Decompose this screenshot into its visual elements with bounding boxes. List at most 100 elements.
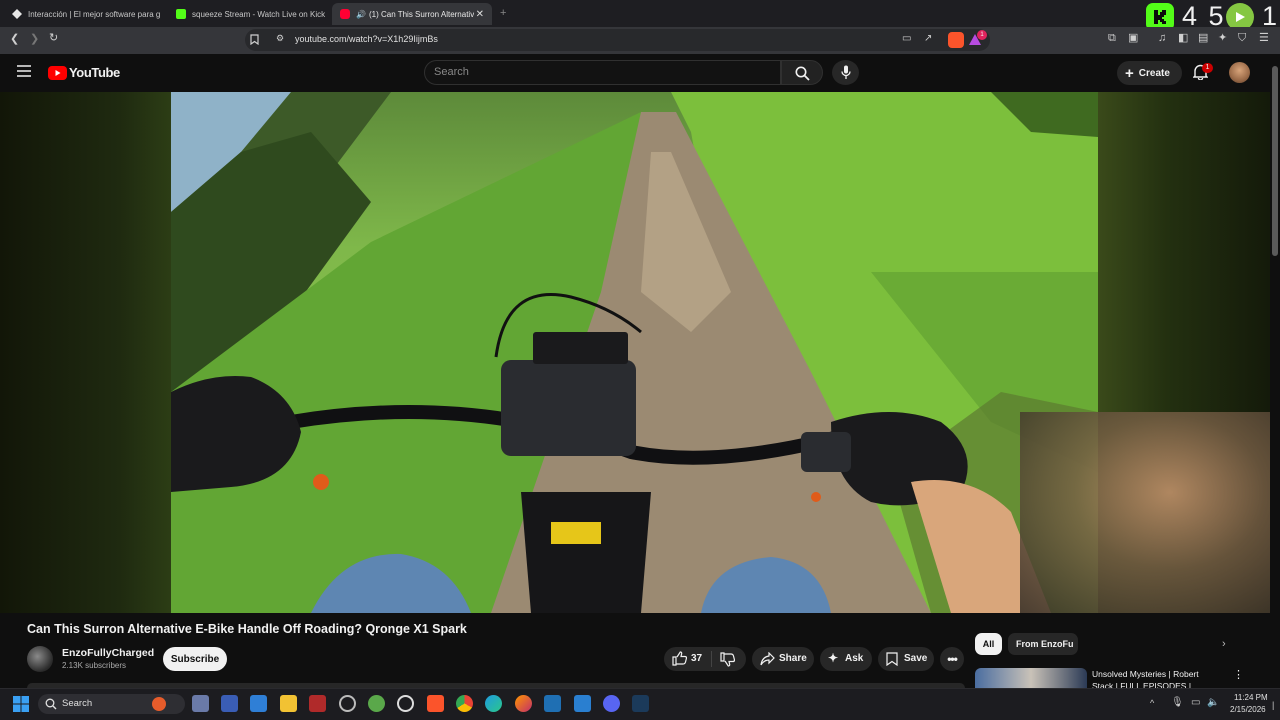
thumbs-up-icon — [672, 651, 688, 666]
recommendation-menu-icon[interactable]: ⋮ — [1233, 668, 1244, 681]
brave-shields-icon[interactable] — [948, 32, 964, 48]
tab-label: squeeze Stream - Watch Live on Kick — [192, 9, 326, 19]
video-scene — [171, 92, 1098, 613]
notification-center-icon[interactable]: | — [1272, 700, 1274, 710]
like-button[interactable] — [672, 651, 688, 669]
youtube-wordmark: YouTube — [69, 65, 120, 80]
diamond-icon — [12, 9, 22, 19]
leo-ai-icon[interactable]: ✦ — [1218, 33, 1227, 44]
tab-interaccion[interactable]: Interacción | El mejor software para g — [4, 3, 164, 25]
tab-label: Interacción | El mejor software para g — [28, 9, 161, 19]
wallet-card-icon[interactable]: ▤ — [1198, 33, 1208, 44]
rewards-badge: 1 — [977, 30, 987, 40]
close-tab-icon[interactable]: ✕ — [476, 9, 484, 20]
share-label: Share — [779, 653, 807, 664]
chip-all[interactable]: All — [975, 633, 1002, 655]
share-button[interactable]: Share — [752, 647, 814, 671]
like-dislike-group: 37 — [664, 647, 746, 671]
chevron-right-icon[interactable]: › — [1222, 638, 1226, 650]
sidebar-toggle-icon[interactable]: ◧ — [1178, 33, 1188, 44]
windows-start-icon[interactable] — [13, 696, 29, 717]
app-icon-netflix[interactable] — [309, 695, 326, 712]
back-icon[interactable]: ❮ — [10, 34, 19, 45]
tray-overflow-icon[interactable]: ^ — [1150, 698, 1154, 708]
app-icon-infinity[interactable] — [544, 695, 561, 712]
clock-date[interactable]: 2/15/2026 — [1230, 705, 1266, 714]
forward-icon[interactable]: ❯ — [30, 34, 39, 45]
sparkle-icon: ✦ — [828, 651, 839, 665]
search-input[interactable]: Search — [424, 60, 781, 85]
taskbar-search-label: Search — [62, 698, 93, 709]
account-avatar[interactable] — [1229, 62, 1250, 83]
bookmark-save-icon — [886, 652, 898, 666]
app-icon-3[interactable] — [250, 695, 267, 712]
search-button[interactable] — [781, 60, 823, 85]
tab-youtube-video[interactable]: 🔊 (1) Can This Surron Alternativ ✕ — [332, 3, 492, 25]
video-frame — [171, 92, 1098, 613]
reload-icon[interactable]: ↻ — [49, 33, 58, 44]
youtube-logo[interactable]: YouTube — [48, 65, 120, 80]
kick-logo-icon — [176, 9, 186, 19]
app-icon-clock[interactable] — [339, 695, 356, 712]
recommendation-title-line2[interactable]: Stack | FULL EPISODES | — [1092, 681, 1191, 688]
browser-menu-icon[interactable]: ☰ — [1259, 33, 1269, 44]
chip-label: All — [982, 639, 995, 649]
page-scrollbar-thumb[interactable] — [1272, 66, 1278, 256]
ambient-glow-left — [0, 92, 171, 613]
channel-avatar[interactable] — [27, 646, 53, 672]
file-explorer-icon[interactable] — [280, 695, 297, 712]
microphone-tray-icon[interactable]: 🎙 — [1171, 697, 1184, 708]
app-icon-2[interactable] — [221, 695, 238, 712]
app-icon-1[interactable] — [192, 695, 209, 712]
more-actions-button[interactable]: ••• — [940, 647, 964, 671]
search-placeholder: Search — [434, 66, 469, 78]
cast-icon[interactable]: ▭ — [902, 34, 911, 44]
edge-icon[interactable] — [485, 695, 502, 712]
like-divider — [711, 651, 712, 667]
clock-time[interactable]: 11:24 PM — [1234, 693, 1268, 702]
extensions-icon[interactable]: ⧉ — [1108, 33, 1116, 44]
speaker-icon: 🔊 — [356, 9, 366, 19]
save-button[interactable]: Save — [878, 647, 934, 671]
tab-kick-stream[interactable]: squeeze Stream - Watch Live on Kick — [168, 3, 328, 25]
discord-icon[interactable] — [603, 695, 620, 712]
music-icon[interactable]: ♫ — [1158, 33, 1166, 44]
hamburger-menu-icon[interactable] — [17, 64, 31, 82]
steam-icon[interactable] — [632, 695, 649, 712]
ask-button[interactable]: ✦ Ask — [820, 647, 872, 671]
wallet-icon[interactable]: ▣ — [1128, 33, 1138, 44]
video-player[interactable] — [0, 92, 1270, 613]
subscribe-button[interactable]: Subscribe — [163, 647, 227, 671]
notification-badge: 1 — [1202, 63, 1213, 73]
app-icon-green[interactable] — [368, 695, 385, 712]
display-tray-icon[interactable]: ▭ — [1191, 697, 1200, 708]
taskbar-search-box[interactable]: Search — [38, 694, 185, 714]
recommendation-title-line1[interactable]: Unsolved Mysteries | Robert — [1092, 669, 1199, 679]
chip-from-channel[interactable]: From EnzoFu — [1008, 633, 1078, 655]
chrome-icon[interactable] — [456, 695, 473, 712]
plus-icon: + — [1125, 64, 1134, 82]
url-text[interactable]: youtube.com/watch?v=X1h29IijmBs — [295, 34, 438, 44]
brave-browser-icon[interactable] — [427, 695, 444, 712]
create-button[interactable]: + Create — [1117, 61, 1182, 85]
recommendation-thumbnail[interactable] — [975, 668, 1087, 688]
share-page-icon[interactable]: ↗ — [924, 34, 932, 44]
subscribe-label: Subscribe — [170, 653, 220, 665]
new-tab-button[interactable]: + — [500, 8, 506, 19]
site-info-icon[interactable]: ⚙ — [276, 34, 284, 43]
app-icon-circle[interactable] — [397, 695, 414, 712]
dislike-button[interactable] — [720, 652, 736, 670]
channel-name[interactable]: EnzoFullyCharged — [62, 647, 154, 659]
tab-label: (1) Can This Surron Alternativ — [368, 9, 474, 19]
firefox-icon[interactable] — [515, 695, 532, 712]
share-icon — [760, 652, 775, 666]
search-icon — [795, 66, 810, 81]
microphone-icon — [841, 65, 851, 79]
voice-search-button[interactable] — [832, 60, 859, 85]
thumbs-down-icon — [720, 652, 736, 667]
vscode-icon[interactable] — [574, 695, 591, 712]
video-title: Can This Surron Alternative E-Bike Handl… — [27, 622, 467, 636]
bookmark-icon[interactable] — [250, 34, 259, 48]
volume-tray-icon[interactable]: 🔈 — [1207, 697, 1219, 708]
vpn-shield-icon[interactable]: ⛉ — [1238, 33, 1246, 44]
